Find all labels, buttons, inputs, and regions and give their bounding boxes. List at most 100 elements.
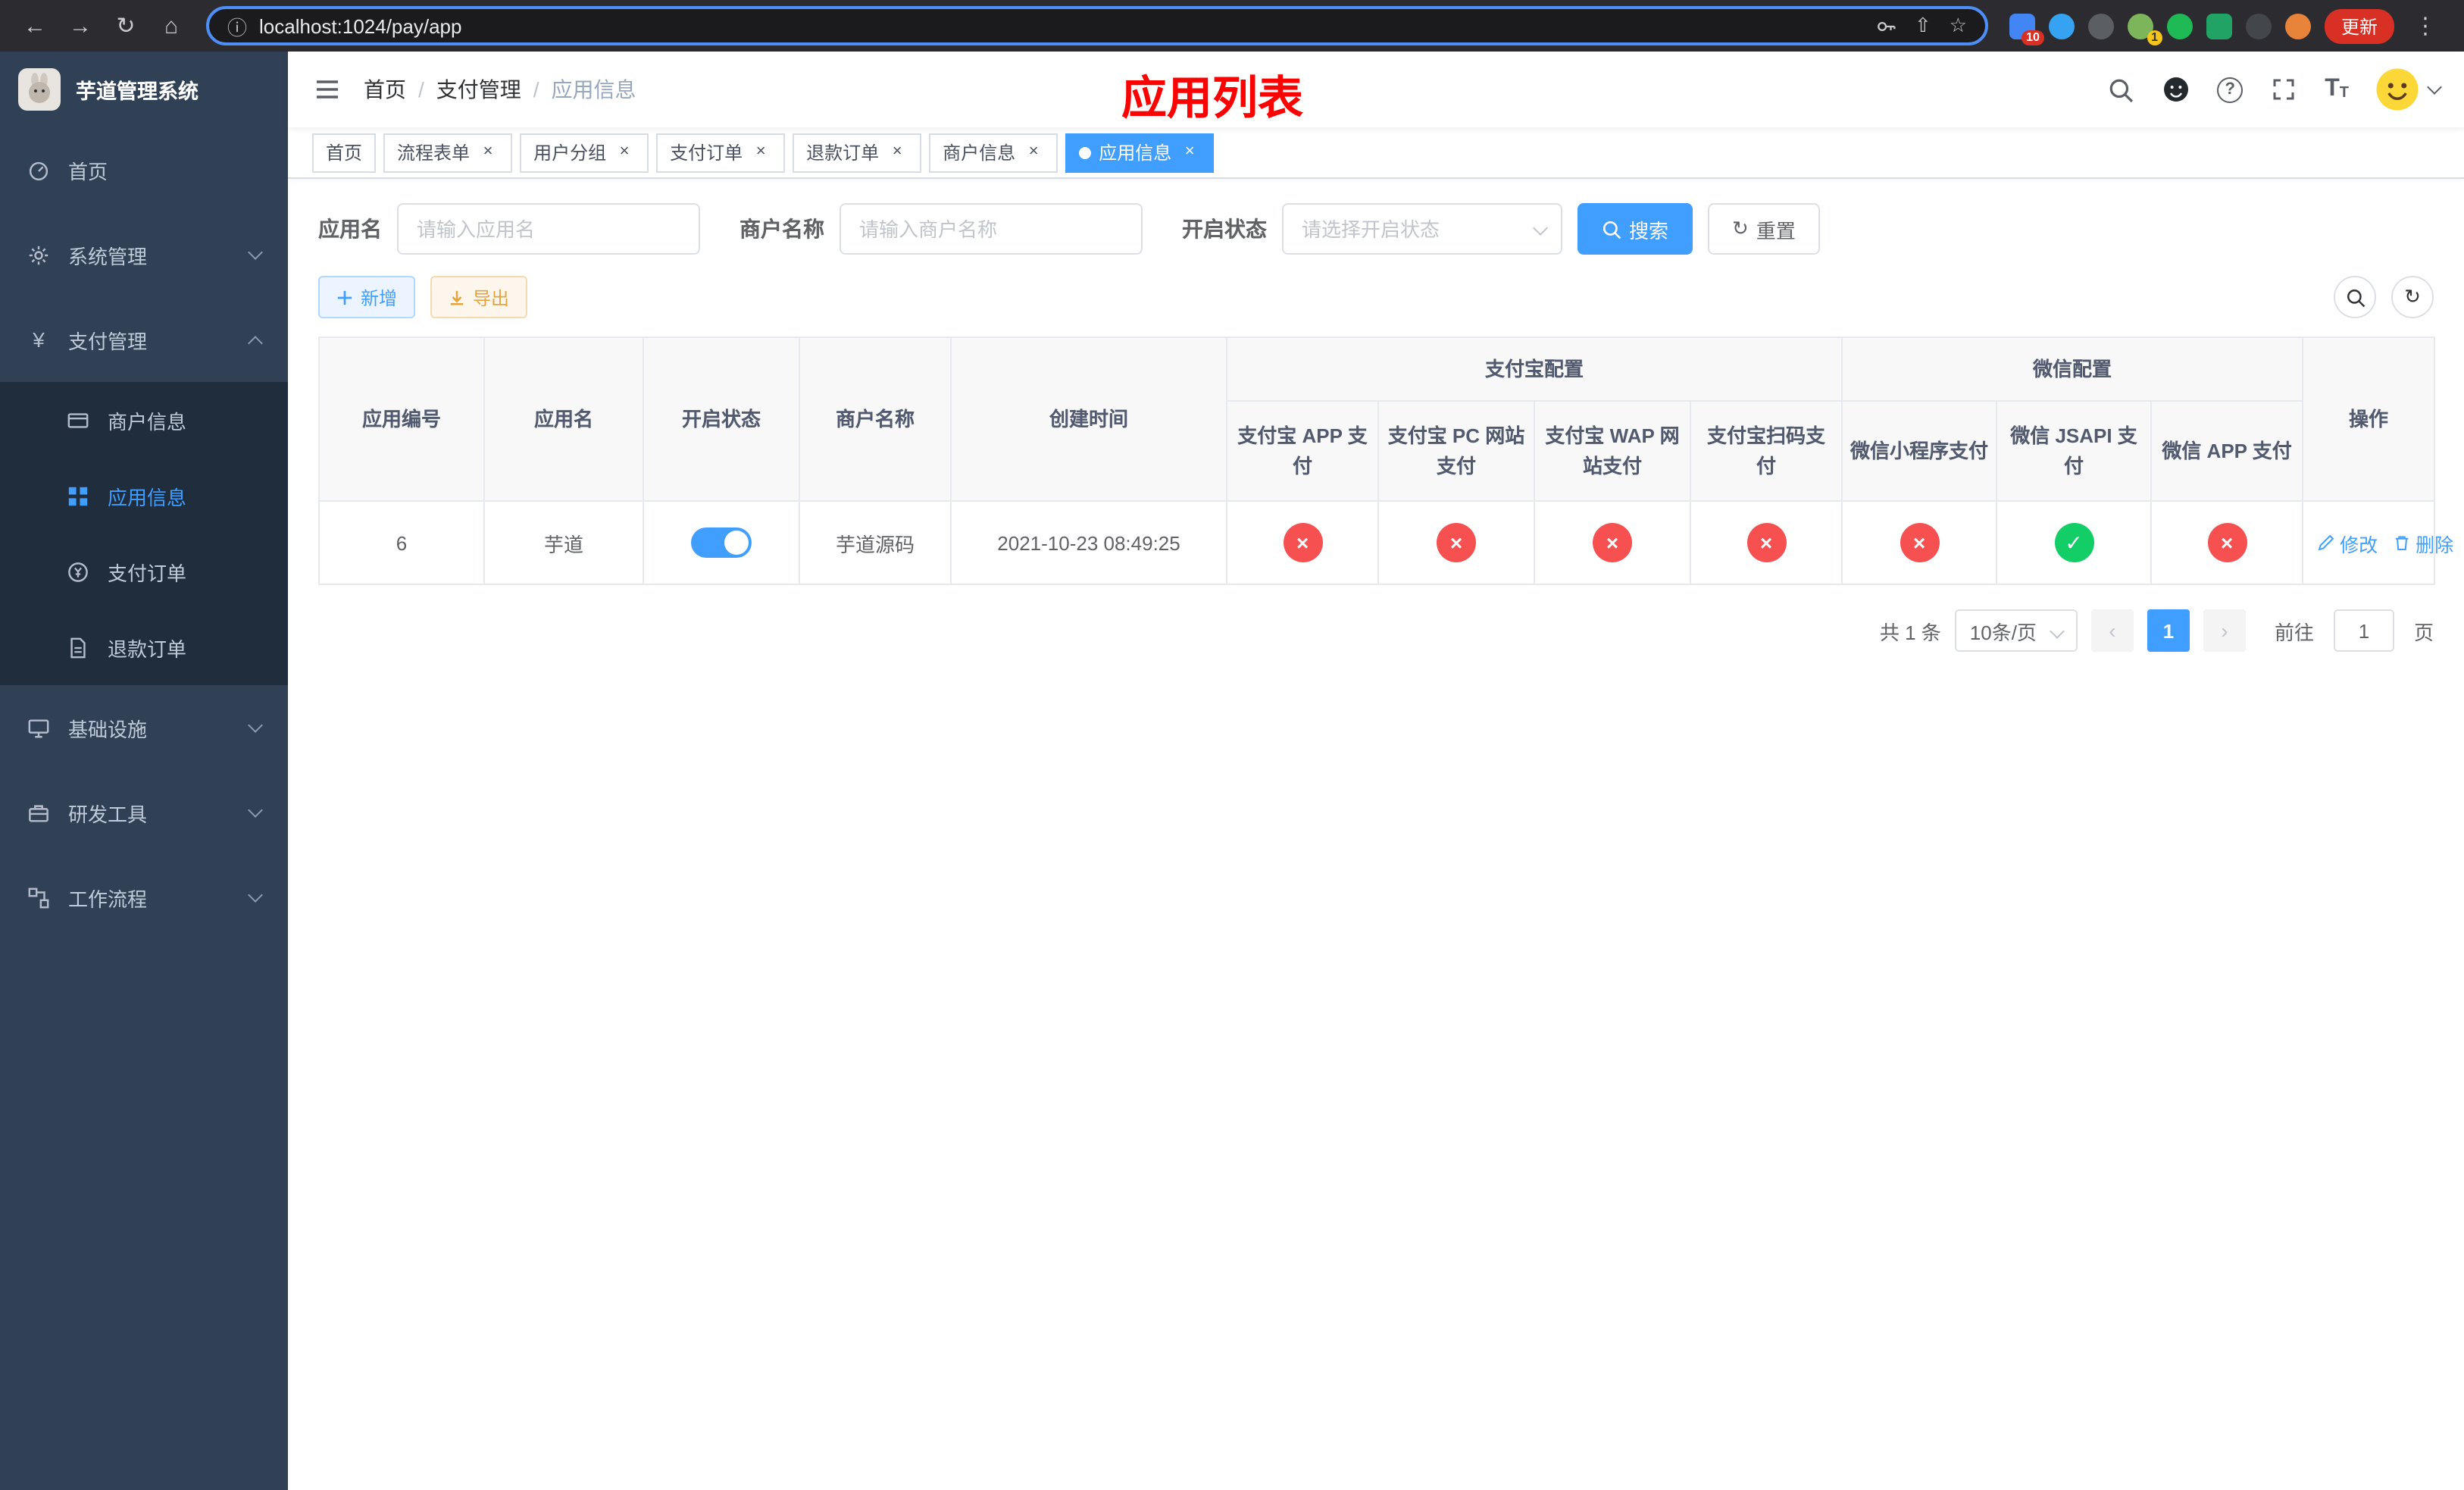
- tab-close-icon[interactable]: ×: [1023, 142, 1044, 163]
- refresh-table-button[interactable]: ↻: [2391, 276, 2434, 318]
- chevron-down-icon: [2050, 624, 2065, 639]
- refresh-icon: ↻: [1732, 217, 1749, 239]
- search-icon: [2347, 289, 2365, 307]
- toggle-search-button[interactable]: [2334, 276, 2376, 318]
- alipay-wap-status-cell: ×: [1534, 500, 1691, 585]
- page-size-select[interactable]: 10条/页: [1954, 609, 2078, 652]
- tab-close-icon[interactable]: ×: [750, 142, 771, 163]
- app-id-cell: 6: [318, 500, 485, 585]
- search-icon[interactable]: [2105, 74, 2135, 105]
- sidebar-item-merchant-info[interactable]: 商户信息: [0, 382, 288, 458]
- forward-button[interactable]: →: [61, 6, 100, 45]
- back-button[interactable]: ←: [15, 6, 55, 45]
- extension-icon[interactable]: 1: [2127, 13, 2162, 45]
- user-avatar[interactable]: [2375, 67, 2442, 112]
- tab-close-icon[interactable]: ×: [614, 142, 635, 163]
- extension-icon[interactable]: [2284, 13, 2311, 39]
- extension-icon[interactable]: [2087, 13, 2114, 39]
- status-select[interactable]: [1282, 203, 1562, 255]
- sidebar-item-refund-orders[interactable]: 退款订单: [0, 609, 288, 685]
- fullscreen-icon[interactable]: [2269, 74, 2299, 105]
- tab-app-info[interactable]: 应用信息 ×: [1065, 133, 1215, 172]
- tab-label: 支付订单: [670, 142, 743, 164]
- sidebar-item-pay-orders[interactable]: 支付订单: [0, 534, 288, 609]
- tab-close-icon[interactable]: ×: [1179, 142, 1200, 163]
- site-info-icon[interactable]: ⓘ: [227, 11, 247, 40]
- extension-icon[interactable]: [2048, 13, 2075, 39]
- enabled-toggle[interactable]: [691, 527, 752, 558]
- tab-close-icon[interactable]: ×: [477, 142, 499, 163]
- sidebar-item-label: 基础设施: [68, 718, 148, 740]
- app-title: 芋道管理系统: [76, 80, 199, 103]
- github-icon[interactable]: [2161, 74, 2191, 105]
- sidebar-item-label: 支付订单: [108, 562, 187, 584]
- alipay-app-status-cell: ×: [1226, 500, 1379, 585]
- sidebar-submenu-payment: 商户信息 应用信息 支付订单 退款订单: [0, 382, 288, 685]
- tab-user-group[interactable]: 用户分组 ×: [520, 133, 649, 172]
- delete-button[interactable]: 删除: [2393, 528, 2453, 557]
- tab-close-icon[interactable]: ×: [886, 142, 908, 163]
- tab-label: 应用信息: [1099, 142, 1172, 164]
- tab-label: 退款订单: [806, 142, 880, 164]
- sidebar-item-label: 首页: [68, 160, 108, 183]
- merchant-name-input[interactable]: [840, 203, 1143, 255]
- update-button[interactable]: 更新: [2324, 8, 2394, 43]
- breadcrumb-payment[interactable]: 支付管理: [436, 74, 521, 105]
- sidebar-toggle-button[interactable]: [312, 74, 342, 105]
- sidebar-item-payment[interactable]: ¥ 支付管理: [0, 297, 288, 382]
- tab-home[interactable]: 首页: [312, 133, 377, 172]
- breadcrumb-home[interactable]: 首页: [364, 74, 406, 105]
- export-button[interactable]: 导出: [430, 276, 528, 318]
- tab-refund-orders[interactable]: 退款订单 ×: [793, 133, 922, 172]
- refresh-icon: ↻: [2404, 285, 2421, 308]
- sidebar-item-workflow[interactable]: 工作流程: [0, 855, 288, 940]
- chrome-menu-button[interactable]: ⋮: [2408, 12, 2443, 39]
- sidebar-item-label: 研发工具: [68, 803, 148, 825]
- add-button[interactable]: 新增: [318, 276, 416, 318]
- tab-label: 用户分组: [533, 142, 607, 164]
- bookmark-star-icon[interactable]: ☆: [1950, 14, 1967, 38]
- search-icon: [1603, 220, 1621, 239]
- yen-icon: ¥: [33, 327, 45, 352]
- col-wechat-app: 微信 APP 支付: [2150, 400, 2304, 502]
- next-page-button[interactable]: ›: [2203, 609, 2246, 652]
- tab-pay-orders[interactable]: 支付订单 ×: [656, 133, 786, 172]
- status-icon: ×: [1746, 523, 1786, 562]
- tab-label: 流程表单: [397, 142, 471, 164]
- extension-icon[interactable]: [2245, 13, 2272, 39]
- font-size-icon[interactable]: TT: [2325, 77, 2349, 102]
- sidebar-item-system[interactable]: 系统管理: [0, 212, 288, 297]
- sidebar-item-dev-tools[interactable]: 研发工具: [0, 770, 288, 855]
- extension-icon[interactable]: 10: [2009, 13, 2044, 45]
- password-key-icon[interactable]: [1877, 16, 1896, 36]
- prev-page-button[interactable]: ‹: [2090, 609, 2134, 652]
- tab-process-form[interactable]: 流程表单 ×: [383, 133, 513, 172]
- status-label: 开启状态: [1182, 217, 1267, 241]
- sidebar-item-label: 应用信息: [108, 486, 187, 509]
- sidebar: 芋道管理系统 首页 系统管理 ¥ 支付管理 商户信息 应用信息 支付订单 退款订…: [0, 52, 288, 1490]
- table-row: 6 芋道 芋道源码 2021-10-23 08:49:25 × × × × ×: [318, 500, 2453, 585]
- extension-icon[interactable]: [2166, 13, 2193, 39]
- sidebar-item-infra[interactable]: 基础设施: [0, 685, 288, 770]
- sidebar-item-app-info[interactable]: 应用信息: [0, 458, 288, 534]
- document-icon: [67, 636, 89, 659]
- url-bar[interactable]: ⓘ localhost:1024/pay/app ⇧ ☆: [206, 6, 1988, 45]
- reload-button[interactable]: ↻: [106, 6, 145, 45]
- help-icon[interactable]: ?: [2217, 77, 2244, 102]
- page-number-1[interactable]: 1: [2147, 609, 2190, 652]
- status-select-input[interactable]: [1282, 203, 1562, 255]
- share-icon[interactable]: ⇧: [1915, 14, 1931, 38]
- edit-button[interactable]: 修改: [2317, 528, 2378, 557]
- home-button[interactable]: ⌂: [152, 6, 191, 45]
- actions-cell: 修改 删除: [2302, 500, 2453, 585]
- extension-icon[interactable]: [2206, 13, 2232, 39]
- alipay-qr-status-cell: ×: [1689, 500, 1843, 585]
- goto-page-input[interactable]: [2333, 609, 2394, 652]
- app-name-input[interactable]: [397, 203, 700, 255]
- col-merchant: 商户名称: [799, 337, 952, 502]
- sidebar-item-home[interactable]: 首页: [0, 127, 288, 212]
- tab-merchant-info[interactable]: 商户信息 ×: [929, 133, 1058, 172]
- sidebar-item-label: 系统管理: [68, 245, 148, 268]
- reset-button[interactable]: ↻ 重置: [1708, 203, 1820, 255]
- search-button[interactable]: 搜索: [1578, 203, 1693, 255]
